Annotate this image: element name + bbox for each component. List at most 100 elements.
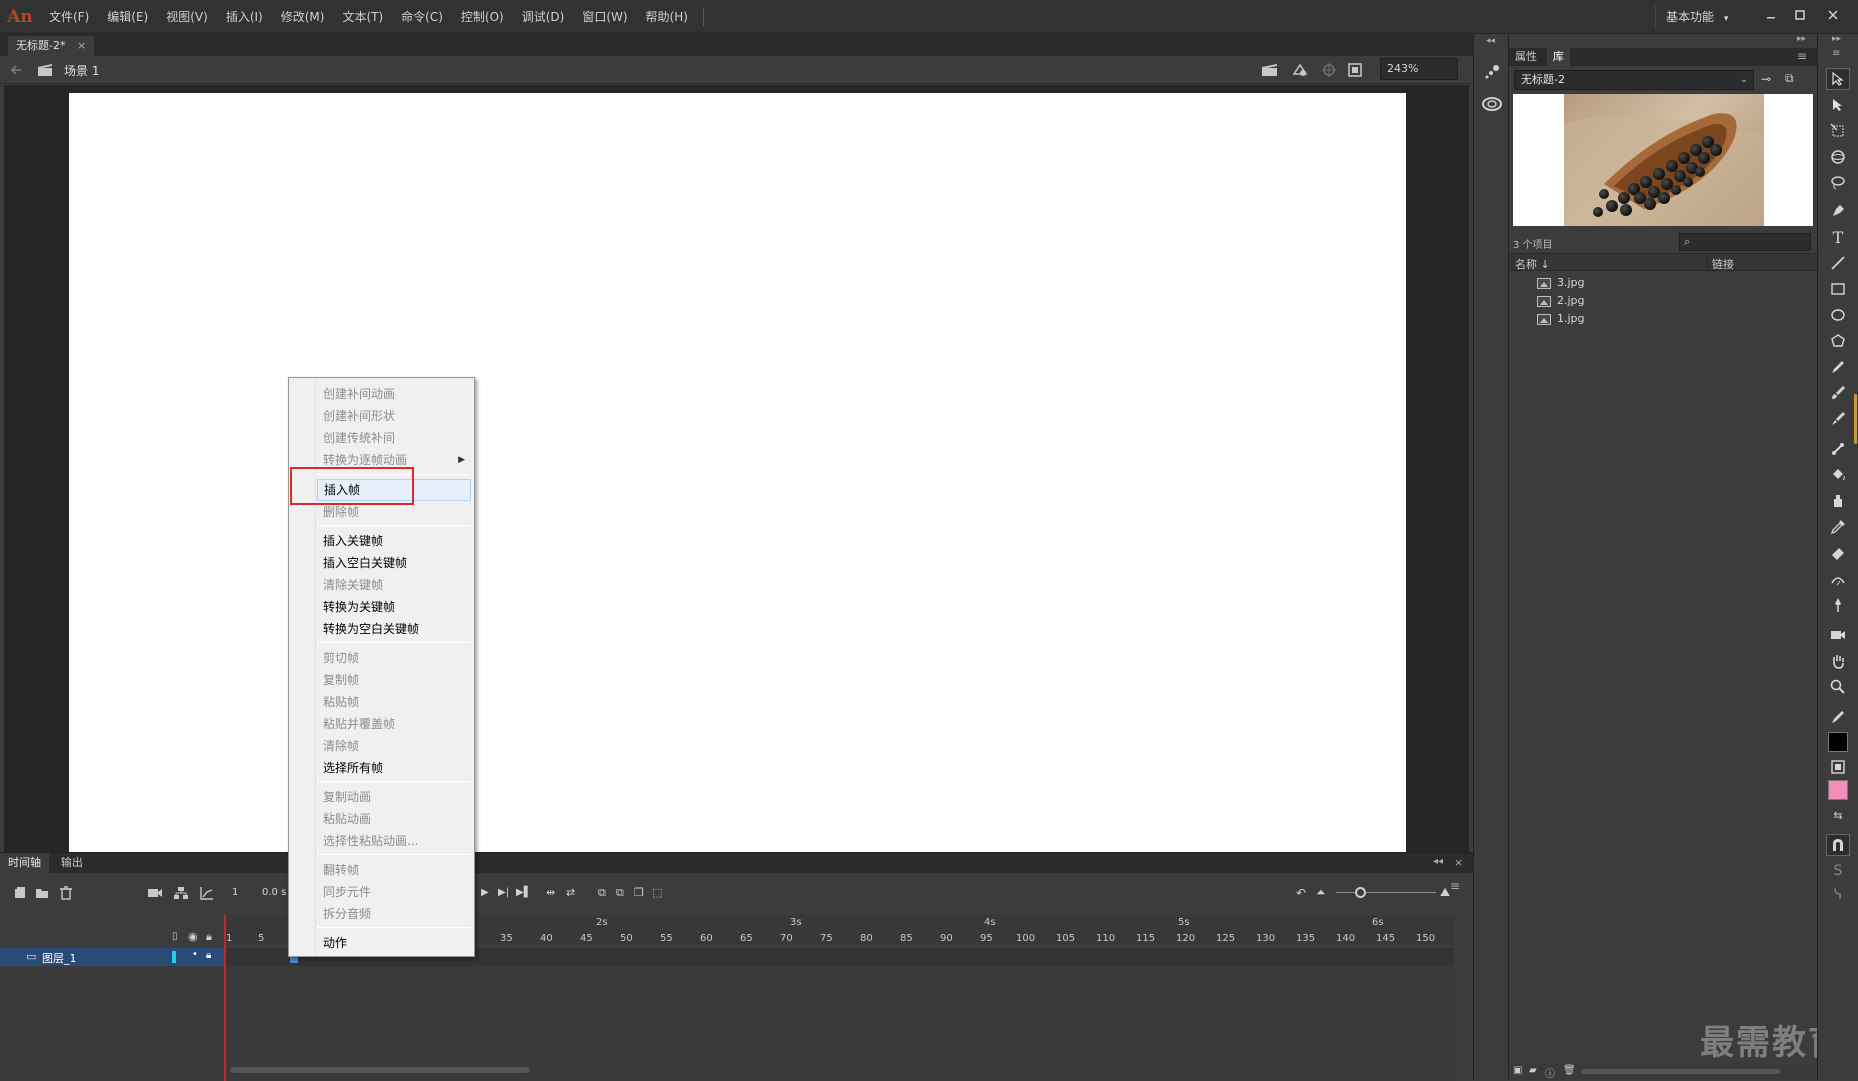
ink-bottle-tool-icon[interactable] xyxy=(1826,490,1850,512)
back-arrow-icon[interactable] xyxy=(8,62,24,78)
camera-icon[interactable] xyxy=(146,885,164,901)
tools-scrollbar[interactable] xyxy=(1854,394,1857,444)
playhead[interactable] xyxy=(224,915,226,1081)
ctx-insert-keyframe[interactable]: 插入关键帧 xyxy=(317,530,471,552)
center-frame-icon[interactable]: ⇹ xyxy=(546,886,555,899)
swap-colors-icon[interactable]: ⇆ xyxy=(1826,804,1850,826)
cc-libraries-icon[interactable] xyxy=(1480,94,1504,114)
close-icon[interactable]: × xyxy=(77,39,86,52)
minimize-button[interactable] xyxy=(1758,5,1784,27)
ctx-convert-to-blank-keyframe[interactable]: 转换为空白关键帧 xyxy=(317,618,471,640)
center-stage-icon[interactable] xyxy=(1320,61,1338,79)
step-forward-icon[interactable]: ▶| xyxy=(498,887,509,898)
layer-name[interactable]: 图层_1 xyxy=(42,950,77,966)
menu-modify[interactable]: 修改(M) xyxy=(272,0,334,34)
column-name[interactable]: 名称 ↓ xyxy=(1515,256,1550,272)
smooth-icon[interactable]: S xyxy=(1826,860,1850,882)
menu-debug[interactable]: 调试(D) xyxy=(513,0,574,34)
onion-skin-outline-icon[interactable]: ⧉ xyxy=(616,886,624,900)
ctx-split-audio[interactable]: 拆分音频 xyxy=(317,903,471,925)
tab-output[interactable]: 输出 xyxy=(53,853,91,873)
layer-color-swatch[interactable] xyxy=(172,951,176,963)
close-icon[interactable]: × xyxy=(1454,856,1463,869)
ctx-synchronize-symbols[interactable]: 同步元件 xyxy=(317,881,471,903)
collapse-panel-icon[interactable]: ▸▸ xyxy=(1832,34,1841,44)
ctx-actions[interactable]: 动作 xyxy=(317,932,471,954)
ctx-create-motion-tween[interactable]: 创建补间动画 xyxy=(317,383,471,405)
tab-timeline[interactable]: 时间轴 xyxy=(0,853,49,873)
library-item[interactable]: 3.jpg xyxy=(1537,274,1585,292)
fill-color-swatch[interactable] xyxy=(1828,780,1848,800)
ctx-paste-frames[interactable]: 粘贴帧 xyxy=(317,691,471,713)
ctx-copy-motion[interactable]: 复制动画 xyxy=(317,786,471,808)
zoom-tool-icon[interactable] xyxy=(1826,676,1850,698)
menu-view[interactable]: 视图(V) xyxy=(157,0,217,34)
ctx-paste-and-overwrite-frames[interactable]: 粘贴并覆盖帧 xyxy=(317,713,471,735)
rectangle-tool-icon[interactable] xyxy=(1826,278,1850,300)
ctx-cut-frames[interactable]: 剪切帧 xyxy=(317,647,471,669)
horizontal-scrollbar[interactable] xyxy=(230,1067,530,1073)
selection-tool-icon[interactable] xyxy=(1826,68,1850,90)
info-icon[interactable]: ⓘ xyxy=(1545,1065,1555,1080)
eye-icon[interactable]: ◉ xyxy=(188,930,198,943)
menu-window[interactable]: 窗口(W) xyxy=(573,0,636,34)
stroke-color-icon[interactable] xyxy=(1826,706,1850,728)
menu-text[interactable]: 文本(T) xyxy=(333,0,392,34)
tab-library[interactable]: 库 xyxy=(1546,48,1570,66)
width-tool-icon[interactable] xyxy=(1826,568,1850,590)
new-folder-icon[interactable]: ▰ xyxy=(1529,1065,1537,1076)
ctx-clear-frames[interactable]: 清除帧 xyxy=(317,735,471,757)
panel-menu-icon[interactable]: ≡ xyxy=(1797,49,1807,63)
ctx-create-shape-tween[interactable]: 创建补间形状 xyxy=(317,405,471,427)
library-search-input[interactable]: ⌕ xyxy=(1679,233,1811,251)
column-linkage[interactable]: 链接 xyxy=(1712,256,1734,272)
ctx-select-all-frames[interactable]: 选择所有帧 xyxy=(317,757,471,779)
library-document-select[interactable]: 无标题-2 ⌄ xyxy=(1514,70,1754,90)
ctx-reverse-frames[interactable]: 翻转帧 xyxy=(317,859,471,881)
menu-commands[interactable]: 命令(C) xyxy=(392,0,452,34)
oval-tool-icon[interactable] xyxy=(1826,304,1850,326)
clip-stage-icon[interactable] xyxy=(1346,61,1364,79)
modify-markers-icon[interactable]: ⬚ xyxy=(652,886,662,899)
slider-thumb[interactable] xyxy=(1355,887,1366,898)
close-window-button[interactable] xyxy=(1820,5,1846,27)
bone-tool-icon[interactable] xyxy=(1826,438,1850,460)
asset-warp-tool-icon[interactable] xyxy=(1826,594,1850,616)
3d-rotation-tool-icon[interactable] xyxy=(1826,146,1850,168)
ctx-clear-keyframe[interactable]: 清除关键帧 xyxy=(317,574,471,596)
visibility-dot-icon[interactable]: • xyxy=(192,949,198,960)
expand-panels-icon[interactable]: ◂◂ xyxy=(1486,36,1495,46)
motion-presets-icon[interactable] xyxy=(1482,62,1502,82)
stage-canvas[interactable] xyxy=(69,93,1406,852)
ctx-paste-motion-special[interactable]: 选择性粘贴动画... xyxy=(317,830,471,852)
workspace-switcher[interactable]: 基本功能 ▾ xyxy=(1655,5,1738,29)
document-tab[interactable]: 无标题-2* × xyxy=(8,36,95,56)
edit-multiple-frames-icon[interactable]: ❐ xyxy=(634,886,644,899)
loop-icon[interactable]: ⇄ xyxy=(566,886,575,899)
free-transform-tool-icon[interactable] xyxy=(1826,120,1850,142)
subselection-tool-icon[interactable] xyxy=(1826,94,1850,116)
library-item[interactable]: 2.jpg xyxy=(1537,292,1585,310)
collapse-panel-icon[interactable]: ◂◂ xyxy=(1433,856,1443,867)
new-symbol-icon[interactable]: ▣ xyxy=(1513,1065,1522,1076)
show-outline-icon[interactable]: ▯ xyxy=(172,931,178,942)
menu-help[interactable]: 帮助(H) xyxy=(637,0,697,34)
new-layer-icon[interactable] xyxy=(12,885,28,901)
lasso-tool-icon[interactable] xyxy=(1826,172,1850,194)
polystar-tool-icon[interactable] xyxy=(1826,330,1850,352)
trash-icon[interactable]: 🗑︎ xyxy=(1563,1065,1576,1076)
lock-icon[interactable]: 🔒︎ xyxy=(206,930,212,944)
tab-properties[interactable]: 属性 xyxy=(1509,48,1543,66)
play-icon[interactable]: ▶ xyxy=(481,887,489,898)
new-folder-icon[interactable] xyxy=(34,885,50,901)
ctx-create-classic-tween[interactable]: 创建传统补间 xyxy=(317,427,471,449)
zoom-in-icon[interactable]: ⛰ xyxy=(1440,885,1450,900)
camera-tool-icon[interactable] xyxy=(1826,624,1850,646)
panel-menu-icon[interactable]: ≡ xyxy=(1832,48,1840,59)
menu-edit[interactable]: 编辑(E) xyxy=(98,0,157,34)
pencil-tool-icon[interactable] xyxy=(1826,356,1850,378)
ctx-convert-to-keyframe[interactable]: 转换为关键帧 xyxy=(317,596,471,618)
undo-icon[interactable]: ↶ xyxy=(1296,886,1306,900)
edit-scene-icon[interactable] xyxy=(1260,61,1280,79)
ctx-copy-frames[interactable]: 复制帧 xyxy=(317,669,471,691)
